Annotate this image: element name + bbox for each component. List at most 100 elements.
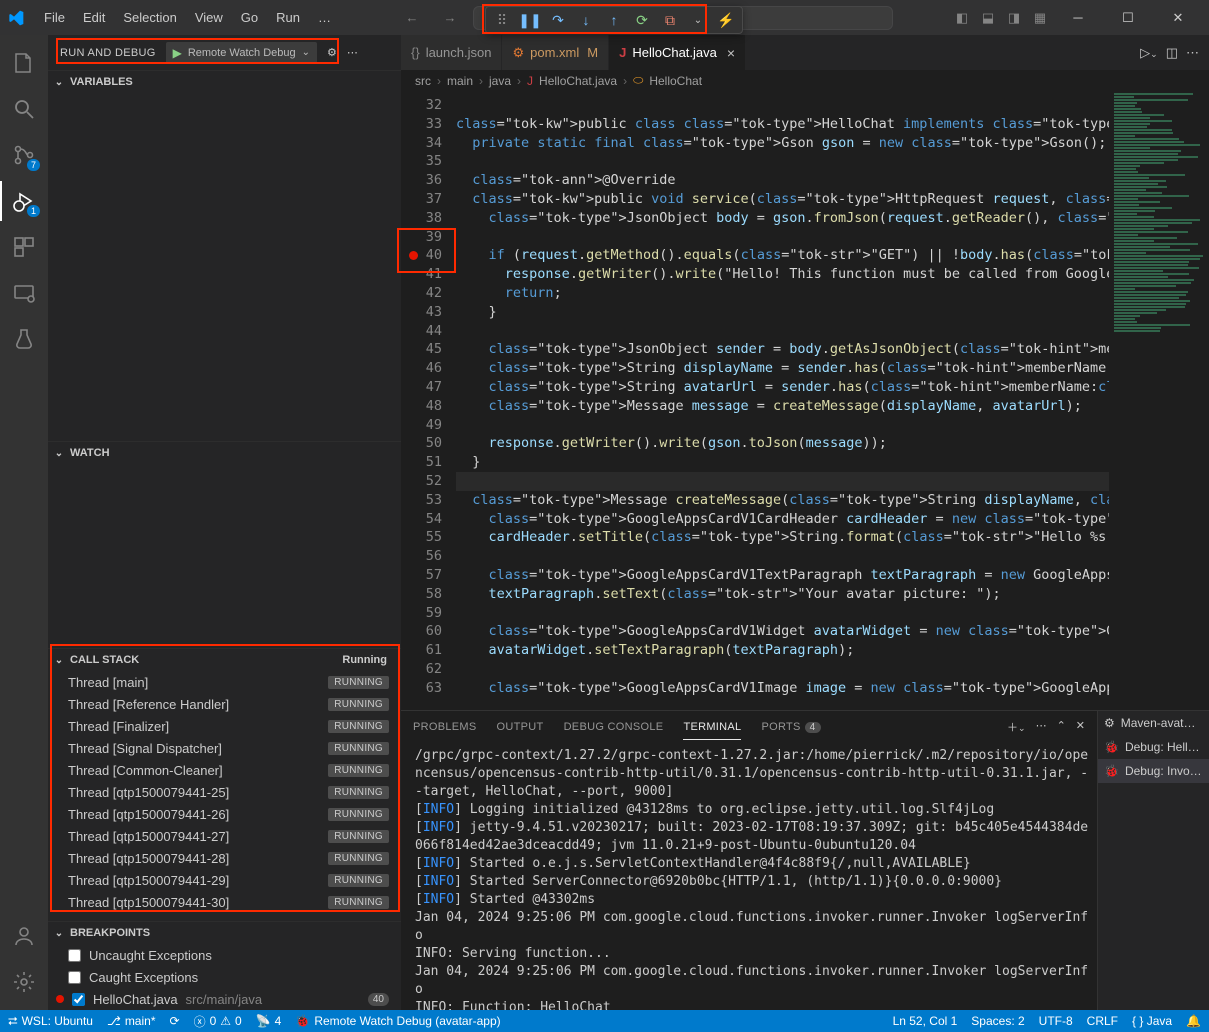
new-terminal-icon[interactable]: ＋⌄ (1007, 719, 1026, 735)
more-icon[interactable]: ⋯ (347, 46, 358, 59)
thread-row[interactable]: Thread [main]RUNNING (48, 671, 401, 693)
tab-launch-json[interactable]: {}launch.json (401, 35, 502, 70)
panel-more-icon[interactable]: ⋯ (1036, 719, 1047, 735)
activity-remote-icon[interactable] (0, 273, 48, 313)
ptab-problems[interactable]: PROBLEMS (413, 715, 477, 739)
breadcrumb[interactable]: src› main› java› JHelloChat.java› ⬭Hello… (401, 70, 1209, 92)
layout-grid-icon[interactable]: ▦ (1029, 7, 1051, 29)
terminal-list-item[interactable]: ⚙Maven-avat… (1098, 711, 1209, 735)
status-eol[interactable]: CRLF (1087, 1014, 1118, 1028)
thread-row[interactable]: Thread [Finalizer]RUNNING (48, 715, 401, 737)
status-problems[interactable]: ⓧ 0 ⚠ 0 (194, 1013, 242, 1030)
menu-file[interactable]: File (36, 6, 73, 29)
menu-selection[interactable]: Selection (115, 6, 184, 29)
terminal-output[interactable]: /grpc/grpc-context/1.27.2/grpc-context-1… (401, 743, 1097, 1010)
bc-item[interactable]: src (415, 74, 431, 88)
ptab-output[interactable]: OUTPUT (497, 715, 544, 739)
debug-step-out-icon[interactable]: ↑ (602, 8, 626, 32)
activity-explorer-icon[interactable] (0, 43, 48, 83)
breakpoint-file[interactable]: HelloChat.javasrc/main/java40 (48, 988, 401, 1010)
tab-more-icon[interactable]: ⋯ (1186, 45, 1199, 61)
status-position[interactable]: Ln 52, Col 1 (893, 1014, 958, 1028)
section-breakpoints-header[interactable]: ⌄BREAKPOINTS (48, 922, 401, 944)
window-close-icon[interactable]: ✕ (1155, 0, 1201, 35)
menu-edit[interactable]: Edit (75, 6, 113, 29)
bc-item[interactable]: HelloChat.java (539, 74, 617, 88)
debug-config-dropdown[interactable]: ▶ Remote Watch Debug ⌄ (166, 42, 317, 64)
section-variables-header[interactable]: ⌄VARIABLES (48, 71, 401, 93)
thread-row[interactable]: Thread [qtp1500079441-28]RUNNING (48, 847, 401, 869)
debug-pause-icon[interactable]: ❚❚ (518, 8, 542, 32)
bc-item[interactable]: HelloChat (649, 74, 702, 88)
menu-run[interactable]: Run (268, 6, 308, 29)
status-remote[interactable]: ⮂ WSL: Ubuntu (8, 1014, 93, 1029)
debug-disconnect-icon[interactable]: ⧉ (658, 8, 682, 32)
ptab-terminal[interactable]: TERMINAL (683, 715, 741, 740)
debug-step-into-icon[interactable]: ↓ (574, 8, 598, 32)
activity-debug-icon[interactable]: 1 (0, 181, 48, 221)
breakpoint-uncaught[interactable]: Uncaught Exceptions (48, 944, 401, 966)
layout-panel-icon[interactable]: ⬓ (977, 7, 999, 29)
thread-row[interactable]: Thread [Reference Handler]RUNNING (48, 693, 401, 715)
breakpoint-caught[interactable]: Caught Exceptions (48, 966, 401, 988)
activity-search-icon[interactable] (0, 89, 48, 129)
checkbox[interactable] (72, 993, 85, 1006)
nav-forward-icon[interactable]: → (435, 7, 465, 29)
debug-drag-icon[interactable]: ⠿ (490, 8, 514, 32)
checkbox[interactable] (68, 949, 81, 962)
ptab-ports[interactable]: PORTS4 (761, 715, 820, 739)
thread-row[interactable]: Thread [Common-Cleaner]RUNNING (48, 759, 401, 781)
bc-item[interactable]: java (489, 74, 511, 88)
nav-back-icon[interactable]: ← (397, 7, 427, 29)
code-editor[interactable]: class="tok-kw">public class class="tok-t… (456, 92, 1109, 710)
activity-account-icon[interactable] (0, 916, 48, 956)
activity-scm-icon[interactable]: 7 (0, 135, 48, 175)
menu-view[interactable]: View (187, 6, 231, 29)
status-bell-icon[interactable]: 🔔 (1186, 1014, 1201, 1028)
thread-row[interactable]: Thread [qtp1500079441-29]RUNNING (48, 869, 401, 891)
status-branch[interactable]: ⎇ main* (107, 1014, 156, 1028)
status-ports[interactable]: 📡 4 (256, 1014, 282, 1028)
menu-more[interactable]: … (310, 6, 339, 29)
gear-icon[interactable]: ⚙ (327, 46, 337, 59)
thread-row[interactable]: Thread [qtp1500079441-27]RUNNING (48, 825, 401, 847)
thread-row[interactable]: Thread [qtp1500079441-26]RUNNING (48, 803, 401, 825)
gutter[interactable]: 3233343536373839404142434445464748495051… (401, 92, 456, 710)
minimap[interactable] (1109, 92, 1209, 710)
activity-settings-icon[interactable] (0, 962, 48, 1002)
ptab-debug-console[interactable]: DEBUG CONSOLE (564, 715, 664, 739)
debug-restart-icon[interactable]: ⟳ (630, 8, 654, 32)
status-encoding[interactable]: UTF-8 (1039, 1014, 1073, 1028)
close-icon[interactable]: × (727, 45, 735, 61)
panel-maximize-icon[interactable]: ⌃ (1057, 719, 1066, 735)
thread-row[interactable]: Thread [Signal Dispatcher]RUNNING (48, 737, 401, 759)
layout-sidebar-left-icon[interactable]: ◧ (951, 7, 973, 29)
section-watch-header[interactable]: ⌄WATCH (48, 442, 401, 464)
debug-step-over-icon[interactable]: ↷ (546, 8, 570, 32)
thread-row[interactable]: Thread [qtp1500079441-30]RUNNING (48, 891, 401, 913)
terminal-list-item[interactable]: 🐞Debug: Hell… (1098, 735, 1209, 759)
status-sync[interactable]: ⟳ (170, 1014, 180, 1028)
section-callstack-header[interactable]: ⌄CALL STACKRunning (48, 649, 401, 671)
tab-pom-xml[interactable]: ⚙pom.xmlM (502, 35, 609, 70)
activity-extensions-icon[interactable] (0, 227, 48, 267)
window-minimize-icon[interactable]: ─ (1055, 0, 1101, 35)
layout-sidebar-right-icon[interactable]: ◨ (1003, 7, 1025, 29)
debug-toolbar[interactable]: ⠿ ❚❚ ↷ ↓ ↑ ⟳ ⧉ ⌄ ⚡ (485, 6, 743, 34)
thread-row[interactable]: Thread [qtp1500079441-25]RUNNING (48, 781, 401, 803)
window-maximize-icon[interactable]: ☐ (1105, 0, 1151, 35)
tab-hellochat-java[interactable]: JHelloChat.java× (609, 35, 746, 70)
panel-close-icon[interactable]: ✕ (1076, 719, 1085, 735)
menu-go[interactable]: Go (233, 6, 266, 29)
status-lang[interactable]: { } Java (1132, 1014, 1172, 1028)
status-spaces[interactable]: Spaces: 2 (971, 1014, 1024, 1028)
activity-testing-icon[interactable] (0, 319, 48, 359)
bc-item[interactable]: main (447, 74, 473, 88)
run-icon[interactable]: ▷⌄ (1140, 45, 1158, 61)
checkbox[interactable] (68, 971, 81, 984)
status-debug[interactable]: 🐞 Remote Watch Debug (avatar-app) (295, 1014, 500, 1028)
split-editor-icon[interactable]: ◫ (1166, 45, 1178, 61)
terminal-list-item[interactable]: 🐞Debug: Invo… (1098, 759, 1209, 783)
debug-hot-reload-icon[interactable]: ⚡ (714, 8, 738, 32)
debug-more-icon[interactable]: ⌄ (686, 8, 710, 32)
